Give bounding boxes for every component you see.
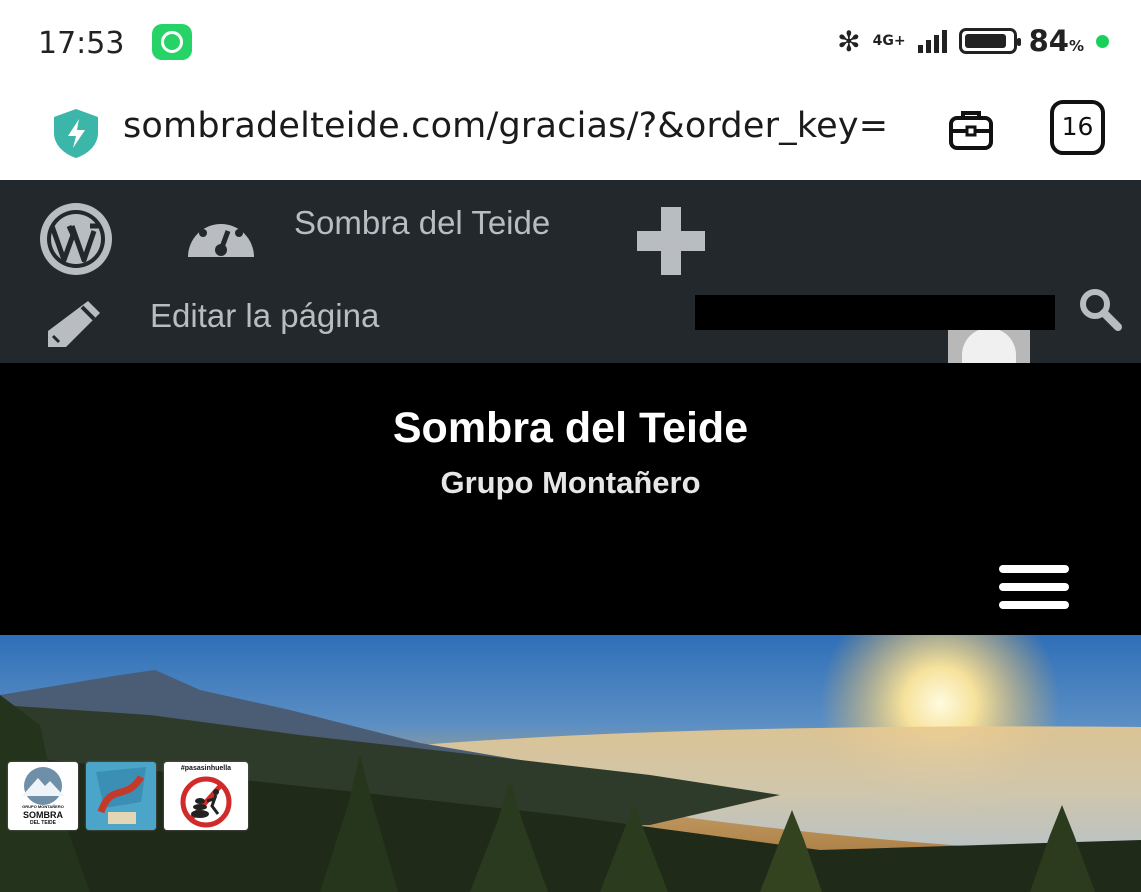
search-icon[interactable] (1078, 287, 1122, 331)
menu-line (999, 565, 1069, 573)
url-text[interactable]: sombradelteide.com/gracias/?&order_key= (123, 106, 913, 146)
campaign-hashtag: #pasasinhuella (180, 765, 232, 772)
system-icons: ✻ 4G+ 84% (837, 24, 1109, 58)
menu-line (999, 601, 1069, 609)
mountain-logo-icon (22, 767, 64, 805)
briefcase-icon[interactable] (947, 106, 995, 154)
club-logo-name: SOMBRA (23, 810, 63, 820)
status-bar: 17:53 ✻ 4G+ 84% (0, 0, 1141, 88)
wordpress-logo-icon[interactable] (36, 199, 116, 279)
pencil-icon[interactable] (44, 297, 104, 349)
club-logo-footer: DEL TEIDE (29, 820, 57, 826)
status-time: 17:53 (38, 26, 125, 61)
federation-emblem-icon (96, 767, 146, 824)
club-logo-subtitle: GRUPO MONTAÑERO (22, 804, 64, 809)
federation-badge[interactable] (86, 762, 156, 830)
shield-icon[interactable] (48, 105, 104, 161)
battery-value: 84 (1028, 24, 1069, 58)
site-title[interactable]: Sombra del Teide (0, 404, 1141, 453)
menu-toggle-button[interactable] (999, 565, 1069, 613)
tab-count-button[interactable]: 16 (1050, 100, 1105, 155)
battery-icon (958, 28, 1021, 54)
site-header: Sombra del Teide Grupo Montañero (0, 363, 1141, 635)
no-cairn-icon (180, 776, 232, 828)
no-cairns-badge[interactable]: #pasasinhuella (164, 762, 248, 830)
wordpress-admin-bar: Sombra del Teide Editar la página (0, 180, 1141, 365)
percent-sign: % (1068, 37, 1084, 55)
network-type: 4G+ (872, 33, 906, 49)
menu-line (999, 583, 1069, 591)
battery-percent: 84% (1029, 24, 1084, 58)
bluetooth-icon: ✻ (837, 24, 861, 58)
dashboard-icon[interactable] (182, 204, 260, 260)
browser-address-bar[interactable]: sombradelteide.com/gracias/?&order_key= … (0, 88, 1141, 180)
site-description: Grupo Montañero (440, 465, 701, 500)
badge-strip: GRUPO MONTAÑERO SOMBRA DEL TEIDE #pasasi… (8, 762, 248, 830)
privacy-dot-icon (1096, 34, 1109, 48)
plus-icon[interactable] (631, 201, 711, 281)
redacted-account-info (695, 295, 1055, 330)
signal-icon (917, 29, 947, 53)
avatar[interactable] (948, 330, 1030, 365)
edit-page-link[interactable]: Editar la página (150, 297, 379, 335)
whatsapp-icon (152, 24, 192, 60)
club-logo[interactable]: GRUPO MONTAÑERO SOMBRA DEL TEIDE (8, 762, 78, 830)
site-name-link[interactable]: Sombra del Teide (294, 204, 550, 242)
